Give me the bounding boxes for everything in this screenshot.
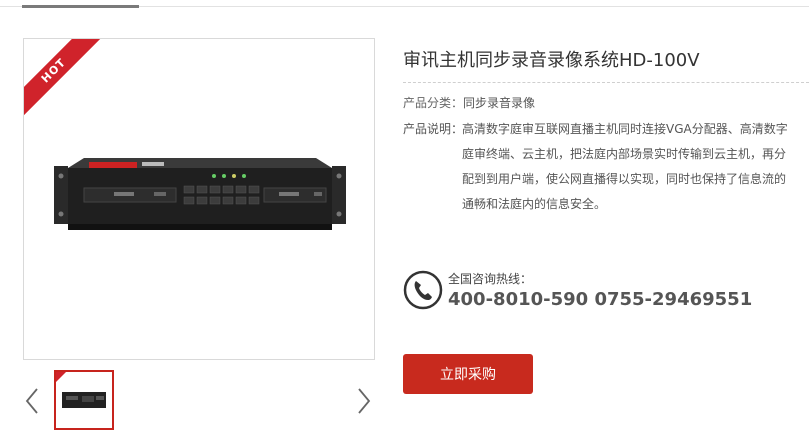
hotline-label: 全国咨询热线： (448, 272, 533, 286)
chevron-right-icon[interactable] (356, 386, 372, 416)
chevron-left-icon[interactable] (24, 386, 40, 416)
hotline-number: 400-8010-590 0755-29469551 (448, 289, 753, 310)
main-product-image: HOT (23, 38, 375, 360)
description-text: 高清数字庭审互联网直播主机同时连接VGA分配器、高清数字庭审终端、云主机，把法庭… (462, 122, 788, 211)
phone-icon (403, 270, 443, 310)
category-label: 产品分类： (403, 96, 464, 110)
description-label: 产品说明： (403, 122, 464, 136)
title-divider (403, 82, 809, 83)
thumbnail-device (56, 372, 106, 408)
category-value: 同步录音录像 (463, 96, 536, 110)
thumbnail-image[interactable] (54, 370, 114, 430)
recorder-device-image (54, 158, 346, 230)
hot-badge: HOT (24, 39, 104, 121)
category-row: 产品分类：同步录音录像 (403, 91, 535, 116)
product-title: 审讯主机同步录音录像系统HD-100V (403, 50, 700, 71)
buy-now-button[interactable]: 立即采购 (403, 354, 533, 394)
active-tab-indicator (22, 5, 139, 8)
